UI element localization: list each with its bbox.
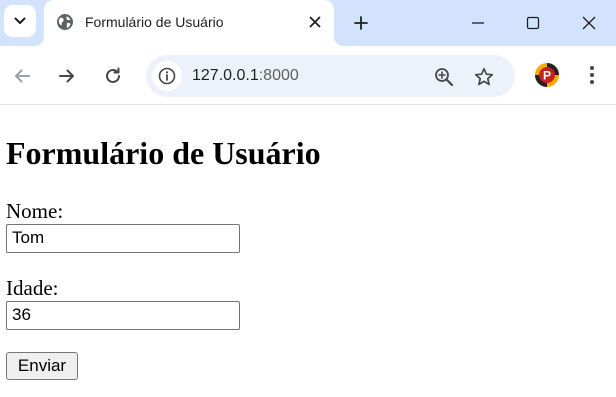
site-info-button[interactable] — [152, 61, 182, 91]
tab-title: Formulário de Usuário — [85, 14, 224, 30]
chevron-down-icon — [14, 17, 26, 24]
url-text[interactable]: 127.0.0.1:8000 — [192, 67, 299, 85]
zoom-in-icon — [435, 68, 454, 87]
globe-icon — [57, 14, 73, 30]
browser-menu-button[interactable] — [580, 61, 604, 89]
page-title: Formulário de Usuário — [6, 135, 321, 171]
close-icon — [582, 16, 596, 30]
reload-button[interactable] — [98, 61, 128, 91]
idade-label: Idade: — [6, 276, 59, 300]
zoom-button[interactable] — [431, 64, 457, 90]
tab-close-button[interactable] — [302, 9, 328, 35]
extension-button[interactable]: P — [534, 62, 560, 88]
active-tab[interactable]: Formulário de Usuário — [34, 0, 344, 46]
address-bar[interactable]: 127.0.0.1:8000 — [146, 55, 515, 97]
maximize-icon — [526, 16, 540, 30]
new-tab-button[interactable] — [347, 9, 375, 37]
plus-icon — [354, 16, 368, 30]
tab-strip: Formulário de Usuário — [0, 0, 616, 46]
forward-button[interactable] — [52, 61, 82, 91]
extension-badge-icon: P — [535, 63, 559, 87]
submit-button[interactable]: Enviar — [6, 352, 78, 380]
back-button[interactable] — [7, 61, 37, 91]
url-port: :8000 — [258, 67, 299, 84]
arrow-right-icon — [59, 69, 74, 83]
minimize-button[interactable] — [450, 0, 506, 46]
tune-icon — [158, 67, 176, 85]
svg-text:P: P — [543, 69, 551, 83]
more-vertical-icon — [590, 66, 594, 84]
arrow-left-icon — [15, 69, 30, 83]
star-icon — [474, 67, 494, 86]
minimize-icon — [472, 22, 484, 24]
url-host: 127.0.0.1 — [192, 67, 259, 84]
close-icon — [309, 16, 321, 28]
nome-label: Nome: — [6, 199, 64, 223]
idade-input[interactable]: 36 — [6, 301, 240, 330]
browser-toolbar: 127.0.0.1:8000 P — [0, 46, 616, 105]
tab-search-button[interactable] — [4, 5, 36, 37]
nome-input[interactable]: Tom — [6, 224, 240, 253]
maximize-button[interactable] — [505, 0, 561, 46]
window-close-button[interactable] — [561, 0, 616, 46]
bookmark-button[interactable] — [471, 64, 497, 90]
reload-icon — [106, 67, 120, 83]
page-content: Formulário de Usuário Nome: Tom Idade: 3… — [0, 106, 616, 397]
